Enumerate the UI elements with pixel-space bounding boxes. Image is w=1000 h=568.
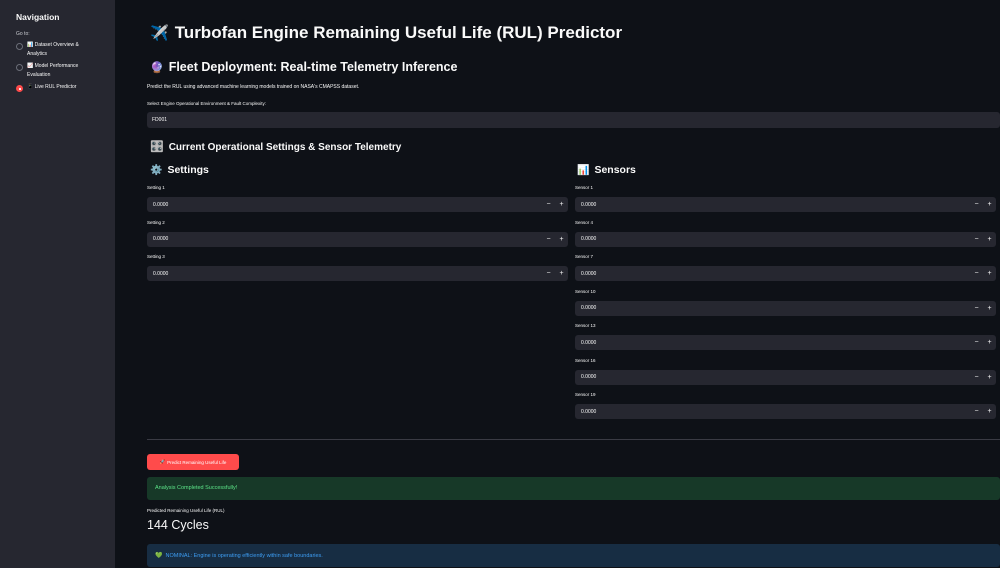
sensor-value[interactable]: 0.0000 (575, 271, 970, 277)
rul-metric-label: Predicted Remaining Useful Life (RUL) (147, 508, 225, 513)
decrement-button[interactable]: − (542, 232, 555, 247)
increment-button[interactable]: + (983, 370, 996, 385)
decrement-button[interactable]: − (970, 335, 983, 350)
subtitle-text: Fleet Deployment: Real-time Telemetry In… (168, 60, 458, 74)
sidebar-title: Navigation (16, 12, 60, 22)
increment-button[interactable]: + (983, 232, 996, 247)
decrement-button[interactable]: − (970, 266, 983, 281)
predict-button[interactable]: 🚀 Predict Remaining Useful Life (147, 454, 239, 470)
sensor-value[interactable]: 0.0000 (575, 305, 970, 311)
increment-button[interactable]: + (555, 232, 568, 247)
page-description: Predict the RUL using advanced machine l… (147, 84, 360, 90)
sensor-label: Sensor 1 (575, 185, 594, 190)
green-heart-icon: 💚 (155, 552, 163, 559)
sensor-value[interactable]: 0.0000 (575, 374, 970, 380)
setting-label: Setting 2 (147, 219, 165, 225)
environment-select-value: FD001 (152, 117, 168, 123)
radio-button[interactable] (16, 43, 23, 50)
decrement-button[interactable]: − (970, 370, 983, 385)
rocket-icon: 🚀 (159, 459, 166, 465)
settings-heading: ⚙️ Settings (150, 164, 209, 176)
nav-radio-label: Go to: (16, 31, 30, 37)
sensor-label: Sensor 7 (575, 254, 594, 259)
environment-select[interactable]: FD001 (147, 112, 1000, 128)
sensor-number-input[interactable]: 0.0000− + (575, 404, 996, 419)
sensor-label: Sensor 19 (575, 392, 596, 397)
sensor-value[interactable]: 0.0000 (575, 236, 970, 242)
crystal-ball-icon: 🔮 (150, 61, 164, 74)
line-chart-icon: 📈 (27, 63, 34, 69)
setting-value[interactable]: 0.0000 (147, 202, 542, 208)
section-subtitle: 🔮 Fleet Deployment: Real-time Telemetry I… (150, 60, 457, 74)
setting-label: Setting 3 (147, 254, 165, 259)
setting-value[interactable]: 0.0000 (147, 271, 542, 277)
mobile-phone-icon: 📱 (27, 84, 34, 90)
control-knobs-icon: 🎛️ (150, 140, 164, 153)
increment-button[interactable]: + (983, 335, 996, 350)
sensor-label: Sensor 10 (575, 288, 596, 294)
page-title: ✈️ Turbofan Engine Remaining Useful Life … (150, 23, 622, 43)
sensor-label: Sensor 16 (575, 357, 596, 363)
airplane-icon: ✈️ (150, 24, 169, 42)
gear-icon: ⚙️ (150, 165, 163, 176)
success-alert: Analysis Completed Successfully! (147, 477, 1000, 500)
radio-button-selected[interactable] (16, 85, 23, 92)
decrement-button[interactable]: − (970, 232, 983, 247)
sensor-number-input[interactable]: 0.0000− + (575, 231, 996, 247)
nav-option-dataset-overview[interactable]: 📊 Dataset Overview & Analytics (16, 41, 115, 59)
decrement-button[interactable]: − (970, 197, 983, 212)
divider (147, 439, 1000, 440)
status-text: NOMINAL: Engine is operating efficiently… (165, 553, 323, 559)
increment-button[interactable]: + (555, 197, 568, 212)
environment-select-label: Select Engine Operational Environment & … (147, 101, 267, 106)
nav-option-label: Dataset Overview & Analytics (27, 42, 79, 57)
decrement-button[interactable]: − (970, 404, 983, 419)
nav-option-label: Model Performance Evaluation (27, 63, 79, 78)
setting-number-input[interactable]: 0.0000− + (147, 231, 568, 247)
sidebar: Navigation Go to: 📊 Dataset Overview & A… (0, 0, 115, 568)
sensor-value[interactable]: 0.0000 (575, 340, 970, 346)
sensor-number-input[interactable]: 0.0000− + (575, 335, 996, 350)
sensors-heading: 📊 Sensors (577, 164, 636, 176)
telemetry-heading-text: Current Operational Settings & Sensor Te… (168, 142, 402, 153)
setting-number-input[interactable]: 0.0000− + (147, 197, 568, 212)
bar-chart-icon: 📊 (27, 42, 34, 48)
increment-button[interactable]: + (983, 301, 996, 316)
rul-metric-value: 144 Cycles (147, 518, 209, 532)
sensor-number-input[interactable]: 0.0000− + (575, 369, 996, 385)
sensors-heading-text: Sensors (594, 164, 636, 176)
sensor-label: Sensor 13 (575, 323, 596, 328)
sensor-value[interactable]: 0.0000 (575, 409, 970, 415)
decrement-button[interactable]: − (542, 266, 555, 281)
page-title-text: Turbofan Engine Remaining Useful Life (R… (174, 23, 623, 42)
main-content: ✈️ Turbofan Engine Remaining Useful Life … (147, 0, 1000, 568)
increment-button[interactable]: + (983, 404, 996, 419)
telemetry-heading: 🎛️ Current Operational Settings & Sensor … (150, 140, 401, 153)
sensor-label: Sensor 4 (575, 219, 594, 225)
sensor-value[interactable]: 0.0000 (575, 202, 970, 208)
decrement-button[interactable]: − (542, 197, 555, 212)
bar-chart-icon: 📊 (577, 165, 590, 176)
predict-button-label: Predict Remaining Useful Life (167, 459, 227, 465)
status-alert: 💚 NOMINAL: Engine is operating efficientl… (147, 544, 1000, 567)
increment-button[interactable]: + (555, 266, 568, 281)
setting-label: Setting 1 (147, 185, 165, 190)
nav-option-label: Live RUL Predictor (34, 84, 77, 90)
sensor-number-input[interactable]: 0.0000− + (575, 266, 996, 281)
nav-option-model-performance[interactable]: 📈 Model Performance Evaluation (16, 62, 115, 80)
radio-button[interactable] (16, 64, 23, 71)
increment-button[interactable]: + (983, 266, 996, 281)
setting-number-input[interactable]: 0.0000− + (147, 266, 568, 281)
setting-value[interactable]: 0.0000 (147, 236, 542, 242)
nav-option-live-predictor[interactable]: 📱 Live RUL Predictor (16, 83, 115, 92)
sensor-number-input[interactable]: 0.0000− + (575, 300, 996, 316)
decrement-button[interactable]: − (970, 301, 983, 316)
increment-button[interactable]: + (983, 197, 996, 212)
settings-heading-text: Settings (167, 164, 209, 176)
sensor-number-input[interactable]: 0.0000− + (575, 197, 996, 212)
